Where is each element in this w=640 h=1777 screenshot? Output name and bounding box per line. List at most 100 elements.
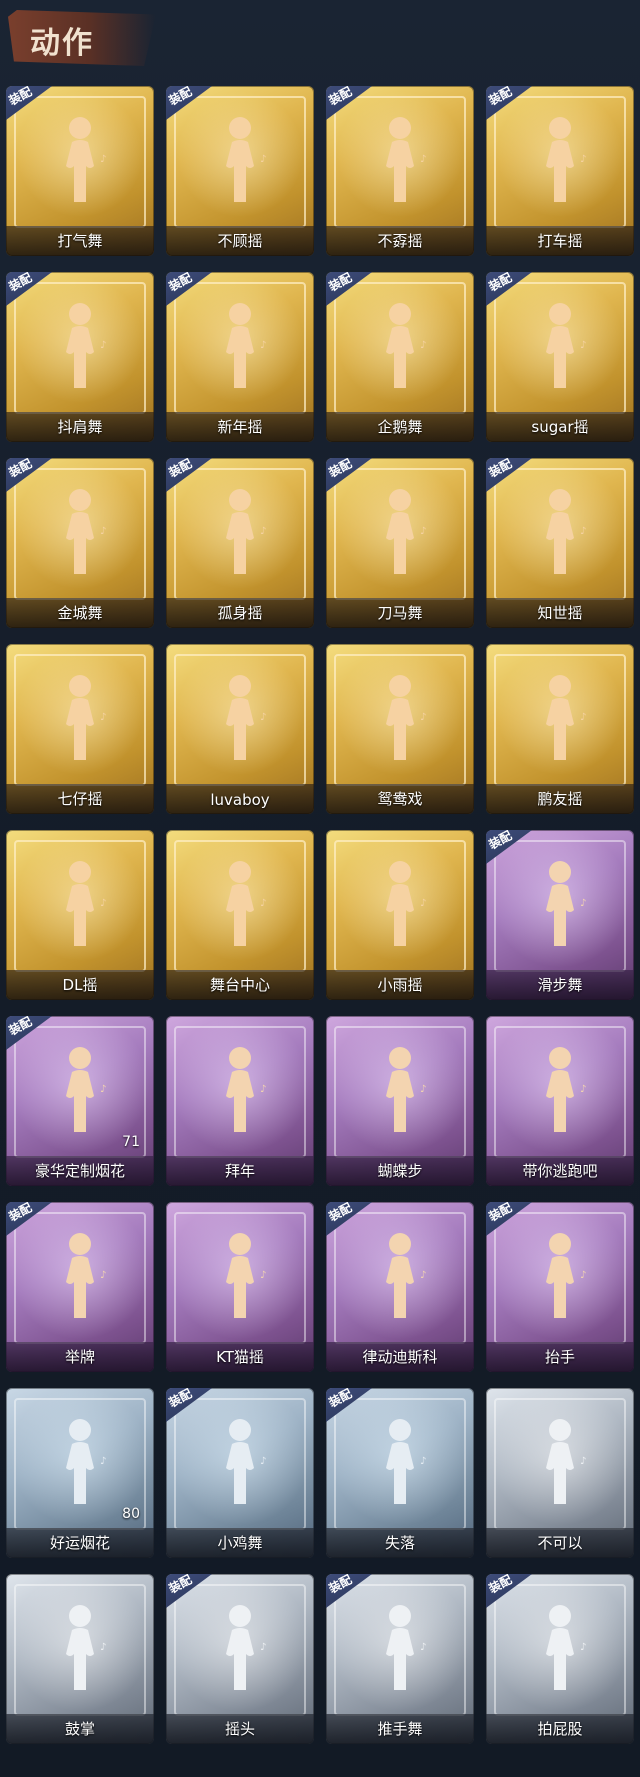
svg-text:♪: ♪ [420,712,426,723]
emote-card[interactable]: ♪ KT猫摇 [166,1202,314,1372]
emote-name: 抬手 [544,1348,575,1366]
emote-card[interactable]: ♪ 装配 举牌 [6,1202,154,1372]
svg-text:♪: ♪ [100,340,106,351]
dancer-figure-icon: ♪ [50,1602,110,1694]
svg-text:♪: ♪ [580,154,586,165]
dancer-figure-icon: ♪ [370,1416,430,1508]
emote-card[interactable]: ♪ 装配 打气舞 [6,86,154,256]
dancer-figure-icon: ♪ [50,858,110,950]
svg-text:♪: ♪ [420,898,426,909]
dancer-figure-icon: ♪ [530,858,590,950]
emote-card[interactable]: ♪ 鹏友摇 [486,644,634,814]
svg-text:♪: ♪ [420,1642,426,1653]
svg-text:♪: ♪ [260,1270,266,1281]
emote-card[interactable]: ♪ 装配 不孬摇 [326,86,474,256]
emote-name: 刀马舞 [377,604,423,622]
emote-card[interactable]: ♪ luvaboy [166,644,314,814]
emote-name: sugar摇 [531,418,589,436]
emote-name: 带你逃跑吧 [522,1162,598,1180]
dancer-figure-icon: ♪ [370,1044,430,1136]
dancer-figure-icon: ♪ [370,1230,430,1322]
svg-text:♪: ♪ [580,1642,586,1653]
emote-card[interactable]: ♪ 装配 知世摇 [486,458,634,628]
emote-card[interactable]: ♪ 装配 小鸡舞 [166,1388,314,1558]
emote-name: 打车摇 [537,232,583,250]
emote-name: 抖肩舞 [57,418,103,436]
svg-text:♪: ♪ [260,340,266,351]
emote-card[interactable]: ♪ 鼓掌 [6,1574,154,1744]
dancer-figure-icon: ♪ [210,858,270,950]
emote-name: 好运烟花 [49,1534,110,1552]
dancer-figure-icon: ♪ [370,486,430,578]
emote-card[interactable]: ♪ 装配 打车摇 [486,86,634,256]
emote-card[interactable]: ♪ 小雨摇 [326,830,474,1000]
emote-card[interactable]: ♪ 装配 新年摇 [166,272,314,442]
svg-text:♪: ♪ [100,526,106,537]
emote-card[interactable]: ♪ 鸳鸯戏 [326,644,474,814]
emote-card[interactable]: ♪ 舞台中心 [166,830,314,1000]
emote-name: 不孬摇 [377,232,423,250]
emote-card[interactable]: ♪ DL摇 [6,830,154,1000]
emote-card[interactable]: ♪ 装配 71 豪华定制烟花 [6,1016,154,1186]
dancer-figure-icon: ♪ [530,1044,590,1136]
emote-name: 金城舞 [57,604,103,622]
svg-text:♪: ♪ [260,154,266,165]
emote-name: 企鹅舞 [377,418,423,436]
emote-card[interactable]: ♪ 装配 抬手 [486,1202,634,1372]
svg-text:♪: ♪ [420,154,426,165]
svg-text:♪: ♪ [260,1456,266,1467]
svg-text:♪: ♪ [100,1270,106,1281]
emote-name: 小鸡舞 [217,1534,263,1552]
emote-name: 失落 [384,1534,415,1552]
emote-card[interactable]: ♪ 带你逃跑吧 [486,1016,634,1186]
dancer-figure-icon: ♪ [210,1602,270,1694]
svg-text:♪: ♪ [580,340,586,351]
emote-card[interactable]: ♪ 装配 金城舞 [6,458,154,628]
emote-card[interactable]: ♪ 装配 孤身摇 [166,458,314,628]
svg-text:♪: ♪ [260,898,266,909]
emote-card[interactable]: ♪ 装配 滑步舞 [486,830,634,1000]
emote-name: 拍屁股 [537,1720,583,1738]
emote-card[interactable]: ♪ 装配 律动迪斯科 [326,1202,474,1372]
emote-name: 不可以 [537,1534,583,1552]
dancer-figure-icon: ♪ [370,1602,430,1694]
emote-card[interactable]: ♪ 七仔摇 [6,644,154,814]
dancer-figure-icon: ♪ [530,114,590,206]
dancer-figure-icon: ♪ [50,1416,110,1508]
emote-card[interactable]: ♪ 装配 失落 [326,1388,474,1558]
dancer-figure-icon: ♪ [50,672,110,764]
emote-card[interactable]: ♪ 装配 企鹅舞 [326,272,474,442]
dancer-figure-icon: ♪ [530,300,590,392]
svg-text:♪: ♪ [100,154,106,165]
emote-name: 滑步舞 [537,976,583,994]
dancer-figure-icon: ♪ [370,300,430,392]
item-count: 71 [122,1134,140,1150]
emote-card[interactable]: ♪ 装配 刀马舞 [326,458,474,628]
emote-name: 摇头 [224,1720,255,1738]
emote-name: 七仔摇 [57,790,103,808]
section-title: 动作 [30,26,94,61]
emote-card[interactable]: ♪ 80 好运烟花 [6,1388,154,1558]
svg-text:♪: ♪ [100,1084,106,1095]
emote-card[interactable]: ♪ 不可以 [486,1388,634,1558]
emote-card[interactable]: ♪ 装配 推手舞 [326,1574,474,1744]
emote-card[interactable]: ♪ 拜年 [166,1016,314,1186]
emote-name: 不顾摇 [217,232,263,250]
emote-name: 豪华定制烟花 [34,1162,125,1180]
dancer-figure-icon: ♪ [210,114,270,206]
svg-text:♪: ♪ [100,1456,106,1467]
emote-card[interactable]: ♪ 装配 sugar摇 [486,272,634,442]
emote-name: 拜年 [224,1162,255,1180]
svg-text:♪: ♪ [420,1084,426,1095]
emote-card[interactable]: ♪ 装配 摇头 [166,1574,314,1744]
dancer-figure-icon: ♪ [210,486,270,578]
emote-name: KT猫摇 [216,1348,264,1366]
emote-name: 律动迪斯科 [362,1348,438,1366]
dancer-figure-icon: ♪ [210,672,270,764]
emote-card[interactable]: ♪ 蝴蝶步 [326,1016,474,1186]
emote-card[interactable]: ♪ 装配 不顾摇 [166,86,314,256]
emote-name: 举牌 [64,1348,95,1366]
svg-text:♪: ♪ [260,712,266,723]
emote-card[interactable]: ♪ 装配 拍屁股 [486,1574,634,1744]
emote-card[interactable]: ♪ 装配 抖肩舞 [6,272,154,442]
